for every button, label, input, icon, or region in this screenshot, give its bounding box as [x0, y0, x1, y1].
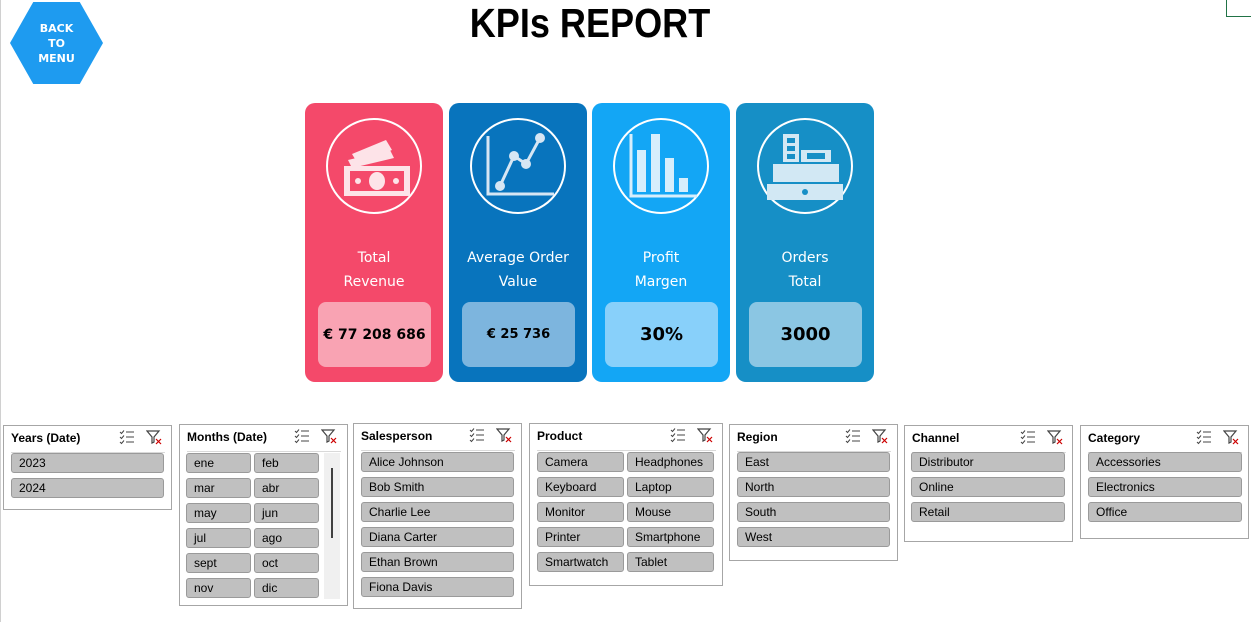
sheet-left-border	[0, 0, 1, 622]
kpi-card-total-revenue: Total Revenue € 77 208 686	[305, 103, 443, 382]
slicer-header: Category	[1088, 426, 1242, 453]
multi-select-icon[interactable]	[670, 427, 686, 443]
kpi-value: € 25 736	[462, 302, 575, 367]
clear-filter-icon[interactable]	[1222, 429, 1239, 445]
slicer-item[interactable]: oct	[254, 553, 319, 573]
scrollbar-thumb[interactable]	[331, 468, 333, 538]
slicer-item[interactable]: Ethan Brown	[361, 552, 514, 572]
kpi-card-orders-total: Orders Total 3000	[736, 103, 874, 382]
slicer-item[interactable]: 2023	[11, 453, 164, 473]
slicer-title: Product	[537, 429, 583, 443]
back-to-menu-button[interactable]: BACK TO MENU	[10, 2, 103, 84]
kpi-value: € 77 208 686	[318, 302, 431, 367]
slicer-item[interactable]: ene	[186, 453, 251, 473]
slicer-item[interactable]: feb	[254, 453, 319, 473]
kpi-card-average-order-value: Average Order Value € 25 736	[449, 103, 587, 382]
slicer-item[interactable]: Alice Johnson	[361, 452, 514, 472]
slicer-item[interactable]: jun	[254, 503, 319, 523]
slicer-header: Years (Date)	[11, 426, 165, 453]
slicer-item[interactable]: Fiona Davis	[361, 577, 514, 597]
slicer-item[interactable]: ago	[254, 528, 319, 548]
slicer-item[interactable]: Retail	[911, 502, 1065, 522]
slicer-item[interactable]: North	[737, 477, 890, 497]
slicer-item[interactable]: South	[737, 502, 890, 522]
kpi-value: 30%	[605, 302, 718, 367]
slicer-header: Channel	[912, 426, 1066, 453]
slicer-title: Salesperson	[361, 429, 433, 443]
clear-filter-icon[interactable]	[495, 427, 512, 443]
page-title: KPIs REPORT	[469, 0, 711, 46]
slicer-item[interactable]: East	[737, 452, 890, 472]
multi-select-icon[interactable]	[294, 428, 310, 444]
kpi-label: Average Order Value	[467, 250, 569, 290]
slicer-item[interactable]: Office	[1088, 502, 1242, 522]
slicer-item[interactable]: mar	[186, 478, 251, 498]
kpi-card-profit-margen: Profit Margen 30%	[592, 103, 730, 382]
slicer-title: Years (Date)	[11, 431, 81, 445]
slicer-item[interactable]: Diana Carter	[361, 527, 514, 547]
slicer-item[interactable]: 2024	[11, 478, 164, 498]
slicer-item[interactable]: Printer	[537, 527, 624, 547]
kpi-label: Orders Total	[781, 250, 829, 290]
slicer-item[interactable]: Charlie Lee	[361, 502, 514, 522]
slicer-item[interactable]: jul	[186, 528, 251, 548]
slicer-header: Region	[737, 425, 891, 452]
slicer-header: Salesperson	[361, 424, 515, 451]
slicer-item[interactable]: Mouse	[627, 502, 714, 522]
slicer-product: Product Camera Headphones Keyboard Laptop Mon…	[529, 423, 723, 586]
slicer-item[interactable]: Bob Smith	[361, 477, 514, 497]
slicer-salesperson: Salesperson Alice Johnson Bob Smith Charlie…	[353, 423, 522, 609]
kpi-label: Profit Margen	[634, 250, 688, 290]
slicer-item[interactable]: Online	[911, 477, 1065, 497]
slicer-item[interactable]: Accessories	[1088, 452, 1242, 472]
clear-filter-icon[interactable]	[1046, 429, 1063, 445]
slicer-item[interactable]: Electronics	[1088, 477, 1242, 497]
slicer-item[interactable]: may	[186, 503, 251, 523]
slicer-item[interactable]: Tablet	[627, 552, 714, 572]
slicer-item[interactable]: Smartphone	[627, 527, 714, 547]
multi-select-icon[interactable]	[1196, 429, 1212, 445]
slicer-title: Category	[1088, 431, 1141, 445]
slicer-header: Product	[537, 424, 716, 451]
multi-select-icon[interactable]	[469, 427, 485, 443]
kpi-value: 3000	[749, 302, 862, 367]
bar-chart-icon	[613, 118, 709, 214]
multi-select-icon[interactable]	[845, 428, 861, 444]
slicer-scrollbar[interactable]	[324, 453, 340, 599]
slicer-channel: Channel Distributor Online Retail	[904, 425, 1073, 542]
slicer-months: Months (Date) ene feb mar abr may jun jul ago sep…	[179, 424, 348, 606]
slicer-item[interactable]: Monitor	[537, 502, 624, 522]
back-to-menu-label: BACK TO MENU	[38, 21, 75, 65]
slicer-item[interactable]: Laptop	[627, 477, 714, 497]
slicer-item[interactable]: Smartwatch	[537, 552, 624, 572]
multi-select-icon[interactable]	[1020, 429, 1036, 445]
slicer-item[interactable]: Distributor	[911, 452, 1065, 472]
cell-selection-corner	[1226, 0, 1251, 17]
slicer-years: Years (Date) 2023 2024	[3, 425, 172, 510]
slicer-item[interactable]: sept	[186, 553, 251, 573]
line-chart-icon	[470, 118, 566, 214]
clear-filter-icon[interactable]	[320, 428, 337, 444]
slicer-item[interactable]: dic	[254, 578, 319, 598]
slicer-title: Months (Date)	[187, 430, 267, 444]
slicer-item[interactable]: West	[737, 527, 890, 547]
clear-filter-icon[interactable]	[145, 429, 162, 445]
slicer-item[interactable]: abr	[254, 478, 319, 498]
clear-filter-icon[interactable]	[696, 427, 713, 443]
slicer-item[interactable]: Keyboard	[537, 477, 624, 497]
kpi-label: Total Revenue	[343, 250, 405, 290]
slicer-region: Region East North South West	[729, 424, 898, 561]
slicer-item[interactable]: Camera	[537, 452, 624, 472]
multi-select-icon[interactable]	[119, 429, 135, 445]
slicer-title: Channel	[912, 431, 960, 445]
slicer-title: Region	[737, 430, 778, 444]
slicer-item[interactable]: nov	[186, 578, 251, 598]
money-icon	[326, 118, 422, 214]
slicer-item[interactable]: Headphones	[627, 452, 714, 472]
slicer-header: Months (Date)	[187, 425, 341, 452]
cash-register-icon	[757, 118, 853, 214]
clear-filter-icon[interactable]	[871, 428, 888, 444]
slicer-category: Category Accessories Electronics Office	[1080, 425, 1249, 539]
